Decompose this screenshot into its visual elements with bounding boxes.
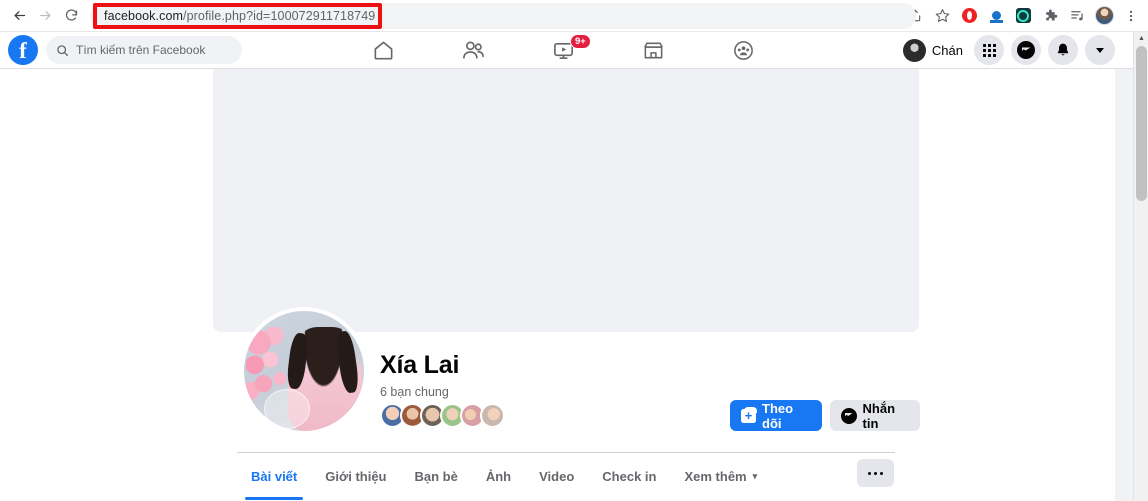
chrome-menu-icon[interactable] xyxy=(1119,4,1143,28)
mutual-friends-count[interactable]: 6 bạn chung xyxy=(380,385,449,399)
tab-label: Check in xyxy=(602,469,657,484)
tab-label: Giới thiệu xyxy=(325,469,387,484)
account-name: Chán xyxy=(931,42,963,58)
tab-xem-them[interactable]: Xem thêm ▾ xyxy=(670,453,771,500)
address-bar[interactable]: facebook.com/profile.php?id=100072911718… xyxy=(90,2,916,29)
facebook-header-right: Chán xyxy=(899,35,1115,65)
scroll-up-arrow-icon[interactable]: ▲ xyxy=(1134,32,1148,45)
account-chevron-down-icon[interactable] xyxy=(1085,35,1115,65)
url-host: facebook.com xyxy=(104,8,184,23)
reading-list-icon[interactable] xyxy=(1065,4,1089,28)
tab-ban-be[interactable]: Bạn bè xyxy=(401,453,472,500)
marketplace-tab[interactable] xyxy=(608,32,698,69)
friends-icon xyxy=(462,40,484,59)
mutual-friends-avatars[interactable] xyxy=(380,403,505,428)
puzzle-extensions-icon[interactable] xyxy=(1038,4,1062,28)
tab-video[interactable]: Video xyxy=(525,453,588,500)
avatar xyxy=(902,38,926,62)
search-icon xyxy=(57,44,69,56)
message-button[interactable]: Nhắn tin xyxy=(829,400,920,431)
tab-label: Ảnh xyxy=(485,469,512,484)
profile-tabs: Bài viết Giới thiệu Bạn bè Ảnh Video Che… xyxy=(237,453,771,500)
cover-photo[interactable] xyxy=(213,69,919,332)
avatar xyxy=(480,403,505,428)
browser-toolbar: facebook.com/profile.php?id=100072911718… xyxy=(0,0,1148,32)
blue-extension-icon[interactable] xyxy=(984,4,1008,28)
account-profile-link[interactable]: Chán xyxy=(899,37,967,64)
home-tab[interactable] xyxy=(338,32,428,69)
tab-label: Bạn bè xyxy=(414,469,458,484)
tab-label: Xem thêm xyxy=(684,469,747,484)
opera-extension-icon[interactable] xyxy=(957,4,981,28)
browser-window: facebook.com/profile.php?id=100072911718… xyxy=(0,0,1148,501)
profile-photo[interactable] xyxy=(240,307,368,435)
groups-tab[interactable] xyxy=(698,32,788,69)
tab-anh[interactable]: Ảnh xyxy=(472,453,525,500)
dot-icon xyxy=(868,471,871,475)
page-title: Xía Lai xyxy=(380,351,460,379)
profile-header-row: Xía Lai 6 bạn chung Theo dõi Nhắn tin xyxy=(240,303,920,443)
home-icon xyxy=(374,41,392,59)
marketplace-icon xyxy=(643,42,663,58)
follow-button[interactable]: Theo dõi xyxy=(730,400,822,431)
tab-gioi-thieu[interactable]: Giới thiệu xyxy=(311,453,400,500)
search-input[interactable]: Tìm kiếm trên Facebook xyxy=(46,36,242,64)
search-placeholder: Tìm kiếm trên Facebook xyxy=(76,43,206,57)
url-path: /profile.php?id=100072911718749 xyxy=(183,8,376,23)
browser-action-icons xyxy=(903,4,1148,28)
tab-label: Video xyxy=(539,469,575,484)
back-icon[interactable] xyxy=(6,3,32,29)
scrollbar-thumb[interactable] xyxy=(1136,46,1147,201)
follow-button-label: Theo dõi xyxy=(762,400,794,431)
notifications-bell-icon[interactable] xyxy=(1048,35,1078,65)
dot-icon xyxy=(880,471,883,475)
messenger-icon[interactable] xyxy=(1011,35,1041,65)
tab-check-in[interactable]: Check in xyxy=(588,453,670,500)
friends-tab[interactable] xyxy=(428,32,518,69)
page-side-strip xyxy=(1115,69,1133,501)
forward-icon xyxy=(32,3,58,29)
facebook-header: f Tìm kiếm trên Facebook 9+ Chán xyxy=(0,32,1133,69)
message-button-label: Nhắn tin xyxy=(862,400,896,431)
tab-label: Bài viết xyxy=(251,469,298,484)
messenger-icon xyxy=(840,407,857,424)
bookmark-star-icon[interactable] xyxy=(930,4,954,28)
facebook-logo-icon[interactable]: f xyxy=(8,35,38,65)
more-options-button[interactable] xyxy=(857,459,894,487)
chrome-profile-avatar[interactable] xyxy=(1092,4,1116,28)
tab-bai-viet[interactable]: Bài viết xyxy=(237,453,311,500)
omnibox-wrapper: facebook.com/profile.php?id=100072911718… xyxy=(90,2,916,29)
chevron-down-icon: ▾ xyxy=(752,471,758,481)
reload-icon[interactable] xyxy=(58,3,84,29)
profile-action-buttons: Theo dõi Nhắn tin xyxy=(730,400,920,431)
facebook-main-nav: 9+ xyxy=(338,32,788,69)
teal-extension-icon[interactable] xyxy=(1011,4,1035,28)
video-tab[interactable]: 9+ xyxy=(518,32,608,69)
profile-photo-bowl xyxy=(264,389,310,429)
groups-icon xyxy=(733,40,753,60)
vertical-scrollbar[interactable]: ▲ xyxy=(1133,32,1148,501)
video-badge: 9+ xyxy=(570,33,591,49)
follow-person-icon xyxy=(741,406,757,423)
menu-grid-icon[interactable] xyxy=(974,35,1004,65)
dot-icon xyxy=(874,471,877,475)
